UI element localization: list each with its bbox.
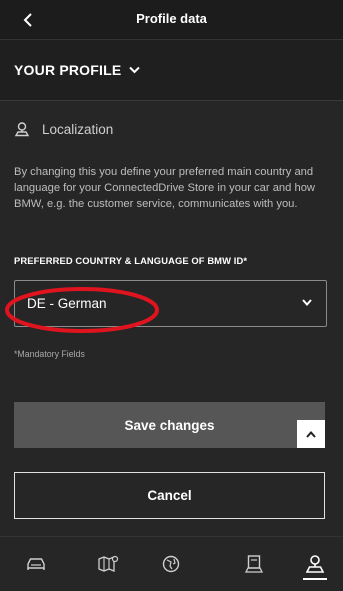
nav-item-vehicle[interactable] xyxy=(20,549,52,579)
profile-title: YOUR PROFILE xyxy=(14,62,122,78)
active-nav-indicator xyxy=(303,578,327,580)
localization-section-header: Localization xyxy=(14,121,113,137)
globe-icon xyxy=(162,555,180,573)
chevron-down-icon xyxy=(129,66,141,74)
cancel-button[interactable]: Cancel xyxy=(14,472,325,519)
profile-header: YOUR PROFILE xyxy=(0,40,343,101)
page-title: Profile data xyxy=(136,11,207,26)
nav-item-profile[interactable] xyxy=(299,549,331,579)
service-icon xyxy=(245,555,263,573)
field-label: PREFERRED COUNTRY & LANGUAGE OF BMW ID* xyxy=(14,255,248,266)
nav-item-explore[interactable] xyxy=(155,549,187,579)
map-icon xyxy=(98,555,119,572)
chevron-down-icon xyxy=(302,299,312,306)
select-value: DE - German xyxy=(27,296,107,311)
profile-dropdown-toggle[interactable]: YOUR PROFILE xyxy=(14,62,141,78)
bottom-navigation xyxy=(0,536,343,591)
section-description: By changing this you define your preferr… xyxy=(14,166,315,210)
location-pin-icon xyxy=(14,122,30,137)
country-language-select[interactable]: DE - German xyxy=(14,280,327,327)
scroll-to-top-button[interactable] xyxy=(297,420,325,448)
profile-icon xyxy=(305,555,325,573)
save-changes-button[interactable]: Save changes xyxy=(14,402,325,448)
section-title: Localization xyxy=(42,121,114,137)
chevron-up-icon xyxy=(306,430,316,438)
car-icon xyxy=(27,558,45,570)
nav-item-map[interactable] xyxy=(92,549,124,579)
nav-item-service[interactable] xyxy=(238,549,270,579)
mandatory-fields-note: *Mandatory Fields xyxy=(14,349,85,359)
top-bar: Profile data xyxy=(0,0,343,40)
